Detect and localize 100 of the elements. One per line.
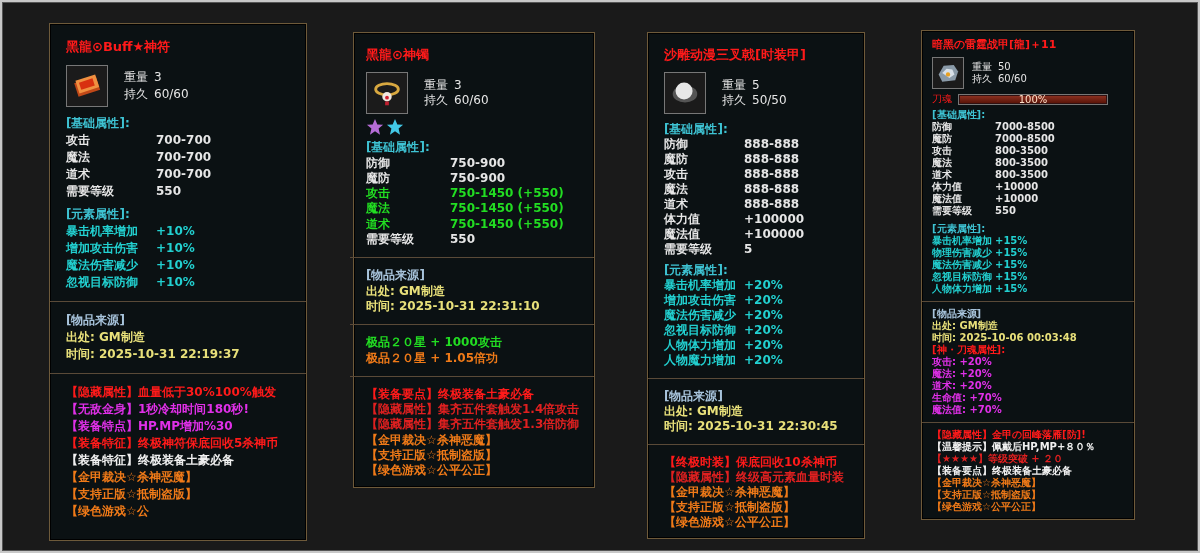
section-heading: [基础属性]: (664, 122, 729, 137)
info-line: 【隐藏属性】集齐五件套触发1.3倍防御 (366, 417, 581, 433)
info-line: 【★★★★】等级突破 + ２０ (932, 453, 1065, 465)
info-line: 【绿色游戏☆公平公正】 (932, 501, 1042, 513)
durability-value: 50/50 (752, 93, 787, 108)
weight-value: 3 (154, 69, 162, 86)
item-title: 沙雕动漫三叉戟[时装甲] (664, 47, 807, 62)
durability-label: 持久 (972, 73, 992, 85)
section-heading: [基础属性]: (932, 109, 987, 121)
info-line: 出处: GM制造 (366, 283, 446, 299)
stat-label: 需要等级 (66, 183, 115, 200)
stat-value: +15% (995, 271, 1028, 283)
stat-label: 暴击机率增加 (664, 278, 737, 293)
stat-label: 体力值 (664, 212, 701, 227)
stat-label: 攻击 (664, 167, 689, 182)
soul-label: 刀魂 (932, 93, 952, 105)
stat-value: 888-888 (744, 197, 800, 212)
info-line: 时间: 2025-10-31 22:31:10 (366, 298, 541, 315)
info-line: 出处: GM制造 (664, 404, 744, 419)
durability-value: 60/60 (154, 86, 189, 103)
stat-label: 需要等级 (664, 242, 713, 257)
stat-label: 魔防 (664, 152, 689, 167)
stat-label: 暴击机率增加 (66, 223, 139, 240)
info-line: [神・刀魂属性]: (932, 344, 1007, 356)
info-line: 【装备要点】终极装备土豪必备 (366, 386, 535, 402)
info-line: 出处: GM制造 (932, 320, 999, 332)
section-heading: [元素属性]: (932, 223, 987, 235)
info-line: 【金甲裁决☆杀神恶魔】 (66, 469, 198, 486)
stat-label: 人物体力增加 (664, 338, 737, 353)
stat-label: 魔法值 (932, 193, 963, 205)
info-line: 时间: 2025-10-31 22:19:37 (66, 346, 241, 363)
stat-label: 物理伤害减少 (932, 247, 993, 259)
stat-value: 550 (156, 183, 182, 200)
info-line: 【金甲裁决☆杀神恶魔】 (664, 485, 796, 500)
stat-value: 550 (450, 232, 476, 248)
info-line: 时间: 2025-10-06 00:03:48 (932, 332, 1078, 344)
stat-label: 需要等级 (932, 205, 973, 217)
info-line: 生命值: +70% (932, 392, 1003, 404)
info-line: 极品２０星 + 1000攻击 (366, 335, 503, 351)
info-line: 【装备要点】终极装备土豪必备 (932, 465, 1073, 477)
stat-value: +20% (744, 323, 783, 338)
stat-value: +10% (156, 257, 195, 274)
info-line: 出处: GM制造 (66, 329, 146, 346)
info-line: 【金甲裁决☆杀神恶魔】 (932, 477, 1042, 489)
stat-label: 道术 (66, 166, 91, 183)
stat-label: 忽视目标防御 (66, 274, 139, 291)
info-line: 时间: 2025-10-31 22:30:45 (664, 419, 839, 434)
stat-value: +20% (744, 338, 783, 353)
stat-label: 需要等级 (366, 232, 415, 248)
info-line: 道术: +20% (932, 380, 993, 392)
weight-label: 重量 (124, 69, 148, 86)
info-line: 【支持正版☆抵制盗版】 (932, 489, 1042, 501)
weight-value: 50 (998, 61, 1011, 73)
durability-label: 持久 (722, 93, 746, 108)
stat-value: 750-900 (450, 155, 506, 171)
stat-label: 道术 (366, 216, 391, 233)
stat-value: +10000 (995, 193, 1039, 205)
info-line: 【绿色游戏☆公 (66, 503, 150, 520)
stat-value: 750-1450 (+550) (450, 216, 564, 233)
stat-value: 7000-8500 (995, 121, 1055, 133)
stat-value: +15% (995, 283, 1028, 295)
stat-value: 888-888 (744, 167, 800, 182)
stat-value: +15% (995, 259, 1028, 271)
stat-value: 888-888 (744, 137, 800, 152)
info-line: 【装备特点】HP.MP增加%30 (66, 418, 234, 435)
stat-label: 魔法值 (664, 227, 701, 242)
stat-value: 800-3500 (995, 145, 1048, 157)
stat-value: 750-1450 (+550) (450, 186, 564, 202)
info-line: 【温馨提示】佩戴后HP,MP+８０％ (932, 441, 1097, 453)
stat-label: 魔法 (664, 182, 689, 197)
stat-label: 魔法 (932, 157, 953, 169)
stat-value: 800-3500 (995, 157, 1048, 169)
info-line: 魔法: +20% (932, 368, 993, 380)
stat-value: +10% (156, 274, 195, 291)
stat-value: +100000 (744, 227, 805, 242)
info-line: [物品来源] (664, 389, 724, 404)
stat-value: +100000 (744, 212, 805, 227)
info-line: 【支持正版☆抵制盗版】 (664, 500, 796, 515)
durability-value: 60/60 (454, 93, 489, 109)
stat-label: 忽视目标防御 (932, 271, 993, 283)
stat-label: 暴击机率增加 (932, 235, 993, 247)
info-line: 极品２０星 + 1.05倍功 (366, 350, 500, 366)
stat-value: +20% (744, 293, 783, 308)
section-heading: [元素属性]: (66, 206, 131, 223)
stat-value: 700-700 (156, 149, 212, 166)
info-line: 【隐藏属性】集齐五件套触发1.4倍攻击 (366, 402, 581, 417)
info-line: 【装备特征】终极装备土豪必备 (66, 452, 235, 469)
info-line: 【支持正版☆抵制盗版】 (66, 486, 198, 503)
stat-value: 750-900 (450, 170, 506, 187)
info-line: 攻击: +20% (932, 356, 993, 368)
stat-label: 体力值 (932, 181, 963, 193)
stat-label: 增加攻击伤害 (66, 240, 139, 257)
weight-label: 重量 (722, 78, 746, 93)
stat-label: 人物魔力增加 (664, 353, 737, 368)
info-line: 【装备特征】终极神符保底回收5杀神币 (66, 435, 280, 452)
info-line: 【无敌金身】1秒冷却时间180秒! (66, 401, 250, 418)
stat-value: 550 (995, 205, 1016, 217)
stat-value: 800-3500 (995, 169, 1048, 181)
weight-label: 重量 (972, 61, 992, 73)
info-line: 【绿色游戏☆公平公正】 (664, 515, 796, 530)
